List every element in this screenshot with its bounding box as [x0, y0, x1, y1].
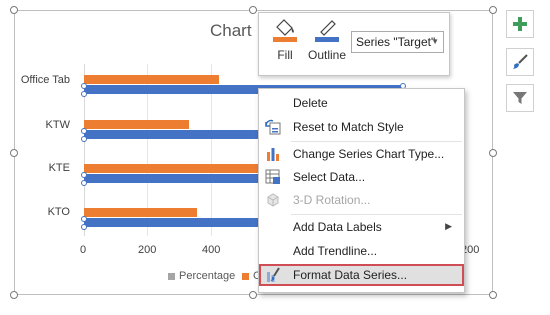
menu-item-label: Change Series Chart Type...: [293, 147, 445, 161]
menu-item-label: Add Data Labels: [293, 220, 382, 234]
menu-item-select-data[interactable]: Select Data...: [259, 166, 464, 188]
menu-item-3d-rotation[interactable]: 3-D Rotation...: [259, 189, 464, 211]
menu-item-label: 3-D Rotation...: [293, 193, 371, 207]
plus-icon: [513, 17, 527, 31]
mini-toolbar: Fill Outline Series "Target" ▼: [258, 12, 450, 76]
x-tick-label: 0: [80, 244, 87, 256]
bar-series-orange[interactable]: [84, 75, 219, 84]
chart-elements-button[interactable]: [506, 10, 534, 38]
menu-item-add-trendline[interactable]: Add Trendline...: [259, 240, 464, 262]
menu-item-label: Add Trendline...: [293, 244, 378, 258]
bar-series-orange[interactable]: [84, 120, 189, 129]
menu-item-add-data-labels[interactable]: Add Data Labels ▶: [259, 216, 464, 238]
resize-handle-middle-right[interactable]: [489, 149, 497, 157]
resize-handle-top-right[interactable]: [489, 6, 497, 14]
menu-item-label: Reset to Match Style: [293, 120, 404, 134]
legend-swatch: [242, 272, 249, 280]
category-label: KTO: [47, 206, 70, 218]
category-label: KTE: [48, 162, 70, 174]
menu-item-label: Select Data...: [293, 170, 366, 184]
series-selector-dropdown[interactable]: Series "Target" ▼: [351, 31, 444, 53]
menu-item-label: Delete: [293, 96, 328, 110]
resize-handle-top-left[interactable]: [10, 6, 18, 14]
outline-button[interactable]: Outline: [307, 17, 347, 62]
resize-handle-bottom-left[interactable]: [10, 291, 18, 299]
menu-item-reset-to-match-style[interactable]: Reset to Match Style: [259, 116, 464, 138]
x-tick-label: 400: [202, 244, 221, 256]
series-selection-point: [81, 128, 87, 134]
legend-swatch: [168, 272, 175, 280]
pen-outline-icon: [315, 20, 339, 42]
menu-item-format-data-series[interactable]: Format Data Series...: [259, 264, 464, 286]
context-menu: Delete Reset to Match Style Change Serie…: [258, 88, 465, 293]
x-tick-label: 200: [138, 244, 157, 256]
menu-item-label: Format Data Series...: [293, 268, 408, 282]
fill-label: Fill: [277, 48, 293, 62]
resize-handle-middle-left[interactable]: [10, 149, 18, 157]
category-label: KTW: [45, 119, 70, 131]
series-selector-value: Series "Target": [356, 35, 436, 49]
series-selection-point: [81, 180, 87, 186]
filter-icon: [513, 92, 527, 104]
fill-button[interactable]: Fill: [265, 17, 305, 62]
chart-type-icon: [267, 148, 279, 161]
menu-item-delete[interactable]: Delete: [259, 92, 464, 114]
series-selection-point: [81, 91, 87, 97]
menu-separator: [291, 214, 462, 215]
series-selection-point: [81, 172, 87, 178]
bar-series-orange[interactable]: [84, 164, 262, 173]
series-selection-point: [81, 83, 87, 89]
menu-item-change-series-chart-type[interactable]: Change Series Chart Type...: [259, 143, 464, 165]
submenu-arrow-icon: ▶: [445, 221, 452, 231]
series-selection-point: [81, 136, 87, 142]
3d-rotation-icon: [267, 193, 279, 207]
chevron-down-icon: ▼: [431, 37, 439, 46]
select-data-icon: [265, 169, 280, 184]
chart-filters-button[interactable]: [506, 84, 534, 112]
reset-style-icon: [265, 119, 281, 135]
category-label: Office Tab: [20, 74, 70, 86]
resize-handle-bottom-right[interactable]: [489, 291, 497, 299]
legend-entry-percentage[interactable]: Percentage: [168, 270, 235, 282]
series-selection-point: [81, 216, 87, 222]
series-selection-point: [81, 224, 87, 230]
outline-label: Outline: [307, 48, 347, 62]
resize-handle-bottom-center[interactable]: [249, 291, 257, 299]
format-series-icon: [267, 267, 280, 282]
brush-icon: [513, 54, 528, 69]
outline-color-swatch: [315, 37, 339, 42]
chart-title[interactable]: Chart: [210, 21, 252, 41]
menu-separator: [291, 141, 462, 142]
paint-bucket-icon: [273, 19, 297, 42]
resize-handle-top-center[interactable]: [249, 6, 257, 14]
bar-series-orange[interactable]: [84, 208, 197, 217]
legend-label: Percentage: [179, 270, 236, 282]
fill-color-swatch: [273, 37, 297, 42]
chart-styles-button[interactable]: [506, 48, 534, 76]
